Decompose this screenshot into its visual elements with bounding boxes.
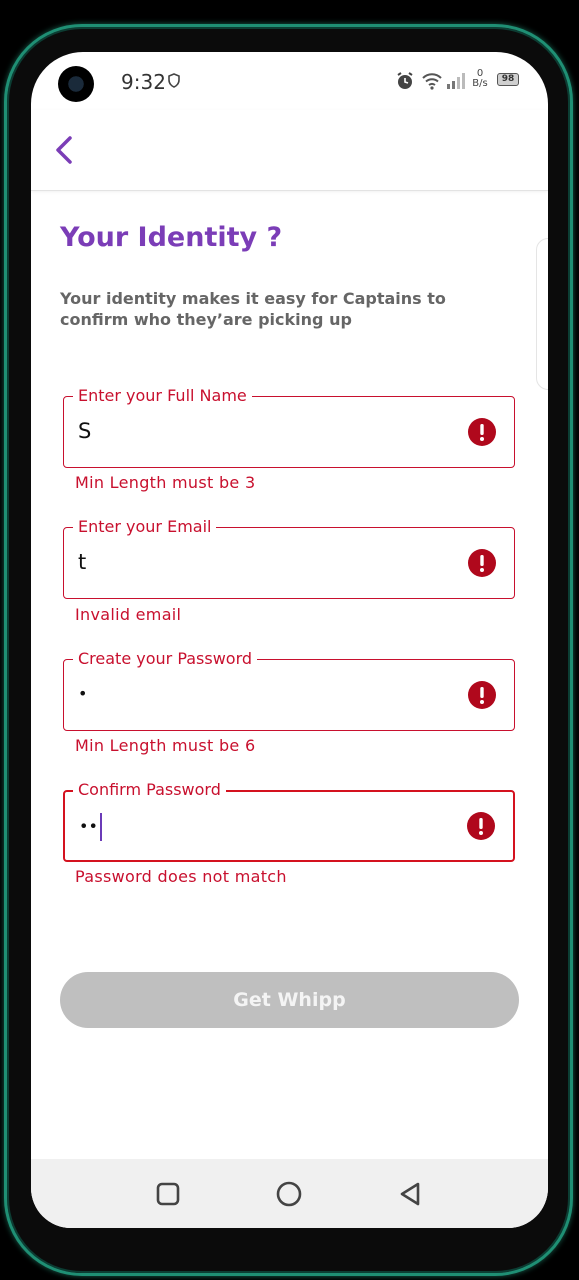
- signal-icon: [447, 73, 465, 89]
- confirm-password-label: Confirm Password: [73, 780, 226, 800]
- full-name-value[interactable]: S: [78, 419, 91, 443]
- alarm-icon: [397, 72, 413, 89]
- full-name-field[interactable]: Enter your Full Name S: [63, 386, 515, 468]
- status-time: 9:32: [121, 70, 166, 94]
- error-icon: [468, 681, 496, 709]
- square-icon[interactable]: [153, 1179, 183, 1209]
- chevron-left-icon: [56, 136, 72, 164]
- text-cursor: [99, 813, 102, 841]
- screen: 9:32 0 B/s 98 Your Identity ? Your ident…: [31, 52, 548, 1228]
- wifi-icon: [422, 73, 442, 90]
- email-value[interactable]: t: [78, 550, 86, 574]
- full-name-label: Enter your Full Name: [73, 386, 252, 406]
- triangle-back-icon[interactable]: [395, 1179, 425, 1209]
- battery-indicator: 98: [497, 73, 519, 86]
- net-speed: 0 B/s: [470, 69, 490, 89]
- error-icon: [468, 418, 496, 446]
- password-error: Min Length must be 6: [75, 736, 256, 755]
- email-field[interactable]: Enter your Email t: [63, 517, 515, 599]
- password-field[interactable]: Create your Password •: [63, 649, 515, 731]
- front-camera: [58, 66, 94, 102]
- side-panel-handle[interactable]: [536, 238, 548, 390]
- get-whipp-button[interactable]: Get Whipp: [60, 972, 519, 1028]
- password-value[interactable]: •: [78, 684, 87, 703]
- back-button[interactable]: [49, 132, 79, 168]
- shield-icon: [168, 73, 180, 88]
- net-speed-unit: B/s: [472, 78, 488, 89]
- page-subtitle: Your identity makes it easy for Captains…: [60, 289, 446, 329]
- confirm-password-error: Password does not match: [75, 867, 287, 886]
- circle-icon[interactable]: [274, 1179, 304, 1209]
- status-bar: 9:32 0 B/s 98: [31, 52, 548, 110]
- error-icon: [468, 549, 496, 577]
- page-title: Your Identity ?: [60, 222, 283, 253]
- full-name-error: Min Length must be 3: [75, 473, 256, 492]
- confirm-password-field[interactable]: Confirm Password ••: [63, 780, 515, 862]
- error-icon: [467, 812, 495, 840]
- email-label: Enter your Email: [73, 517, 217, 537]
- confirm-password-value: ••: [79, 816, 98, 836]
- system-nav-bar: [31, 1159, 548, 1228]
- confirm-password-value-wrap[interactable]: ••: [79, 813, 102, 841]
- email-error: Invalid email: [75, 605, 182, 624]
- password-label: Create your Password: [73, 649, 258, 669]
- app-bar: [31, 110, 548, 191]
